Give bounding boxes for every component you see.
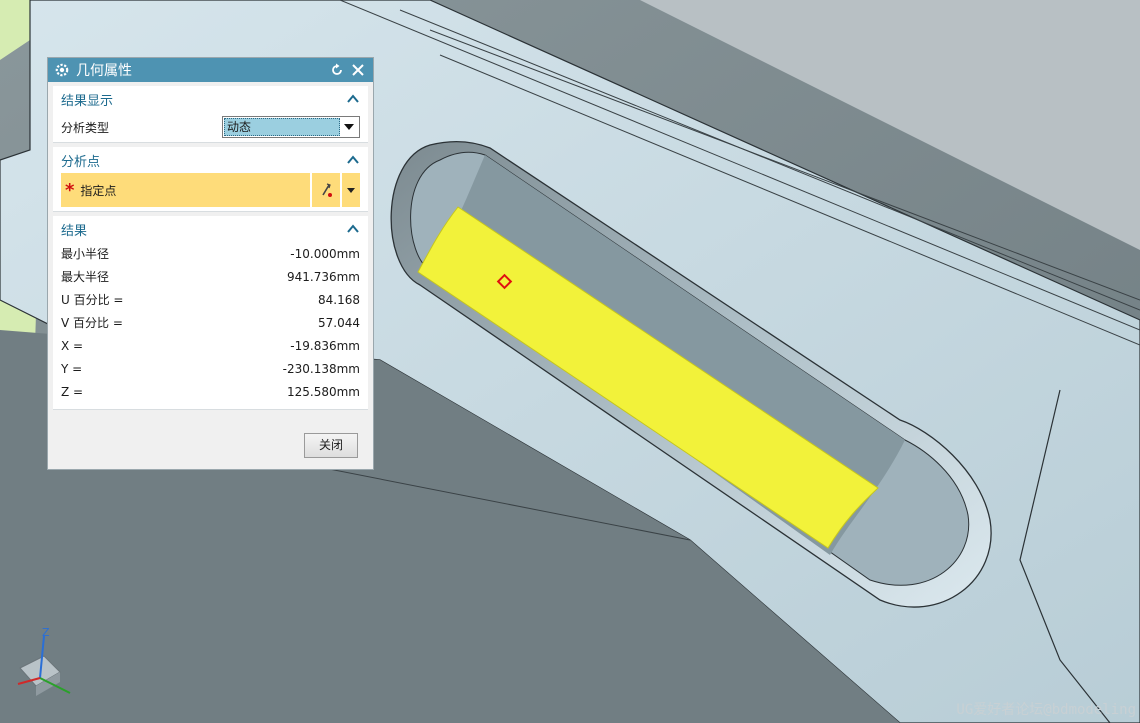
chevron-down-icon [347,187,355,193]
results-section: 结果 最小半径 -10.000mm 最大半径 941.736mm U 百分比 =… [53,216,368,410]
result-value: 125.580mm [286,384,360,399]
required-icon: * [65,179,75,201]
specify-point-field[interactable]: * 指定点 [61,173,310,207]
collapse-icon[interactable] [346,92,360,106]
result-label: Y = [61,361,83,376]
close-icon [352,64,364,76]
analysis-type-label: 分析类型 [61,120,110,135]
analysis-type-select[interactable]: 动态 [222,116,360,138]
section-title: 结果 [61,223,88,239]
collapse-icon[interactable] [346,222,360,236]
geometry-properties-dialog: 几何属性 结果显示 分析类型 动态 分析点 * 指定点 结果 最小半径 -10.… [47,57,374,470]
triad-z-label: Z [42,626,50,639]
dialog-title-bar[interactable]: 几何属性 [48,58,373,82]
result-label: V 百分比 = [61,316,123,330]
result-value: -10.000mm [290,246,360,261]
result-row: X = -19.836mm [53,334,368,357]
result-label: 最小半径 [61,247,110,261]
result-row: 最小半径 -10.000mm [53,242,368,265]
result-row: 最大半径 941.736mm [53,265,368,288]
result-label: U 百分比 = [61,293,124,307]
result-value: -19.836mm [290,338,360,353]
gear-icon [55,63,69,77]
result-label: 最大半径 [61,270,110,284]
result-row: Y = -230.138mm [53,357,368,380]
result-display-section: 结果显示 分析类型 动态 [53,86,368,143]
chevron-down-icon [340,118,358,136]
analysis-type-row: 分析类型 动态 [53,112,368,142]
result-label: Z = [61,384,84,399]
result-row: V 百分比 = 57.044 [53,311,368,334]
section-header[interactable]: 结果显示 [53,86,368,112]
close-dialog-button[interactable] [349,61,367,79]
result-row: Z = 125.580mm [53,380,368,403]
result-value: 84.168 [318,292,360,307]
dialog-footer: 关闭 [48,425,373,469]
point-dialog-button[interactable] [312,173,340,207]
collapse-icon[interactable] [346,153,360,167]
result-value: 57.044 [318,315,360,330]
result-value: 941.736mm [286,269,360,284]
specify-point-row: * 指定点 [53,173,368,207]
point-constructor-icon [322,183,332,197]
section-title: 结果显示 [61,93,114,109]
reset-icon [332,63,342,75]
analysis-type-value: 动态 [224,118,340,136]
point-type-dropdown[interactable] [342,173,360,207]
watermark: UG爱好者论坛@bdmodeling [956,702,1136,718]
result-row: U 百分比 = 84.168 [53,288,368,311]
reset-button[interactable] [328,61,346,79]
close-button[interactable]: 关闭 [304,433,358,458]
result-value: -230.138mm [282,361,360,376]
section-header[interactable]: 分析点 [53,147,368,173]
specify-point-label: 指定点 [80,183,117,198]
section-header[interactable]: 结果 [53,216,368,242]
analysis-point-section: 分析点 * 指定点 [53,147,368,212]
section-title: 分析点 [61,154,101,170]
result-label: X = [61,338,84,353]
dialog-title: 几何属性 [76,63,132,79]
